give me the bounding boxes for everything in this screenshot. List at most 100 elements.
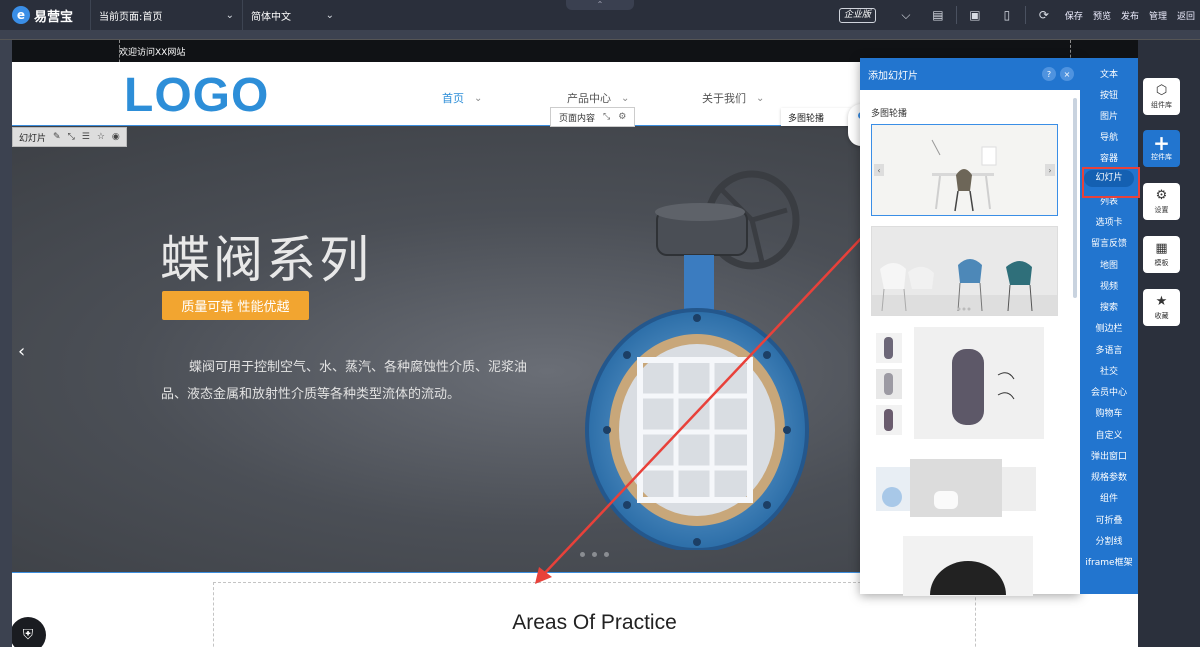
settings-button[interactable]: ⚙ 设置 xyxy=(1143,183,1180,220)
nav-item-label: 首页 xyxy=(442,92,464,105)
panel-header: 添加幻灯片 ? × xyxy=(860,58,1080,90)
component-widget[interactable]: 组件 xyxy=(1080,491,1138,504)
template-preview-image xyxy=(876,459,1036,517)
slideshow-tag[interactable]: 幻灯片 ✎ ⤡ ☰ ☆ ◉ xyxy=(12,127,127,147)
desktop-view-icon[interactable]: ▣ xyxy=(959,0,991,30)
component-text[interactable]: 文本 xyxy=(1080,67,1138,80)
preview-button[interactable]: 预览 xyxy=(1088,0,1116,30)
gear-icon[interactable]: ⚙ xyxy=(618,112,626,122)
template-button[interactable]: ▦ 模板 xyxy=(1143,236,1180,273)
slideshow-template-4[interactable]: ‹ › xyxy=(871,456,1058,526)
save-button[interactable]: 保存 xyxy=(1060,0,1088,30)
component-button[interactable]: 按钮 xyxy=(1080,88,1138,101)
chevron-down-icon: ⌄ xyxy=(225,9,234,21)
language-label: 简体中文 xyxy=(251,11,291,23)
component-divider[interactable]: 分割线 xyxy=(1080,534,1138,547)
slideshow-template-2[interactable] xyxy=(871,226,1058,316)
chevron-down-icon: ⌄ xyxy=(621,92,630,104)
component-container[interactable]: 容器 xyxy=(1080,151,1138,164)
slideshow-template-1[interactable]: ‹ › xyxy=(871,124,1058,216)
nav-item-about[interactable]: 关于我们 ⌄ xyxy=(702,90,764,106)
shrink-icon[interactable]: ⤡ xyxy=(603,112,610,122)
manage-button[interactable]: 管理 xyxy=(1144,0,1172,30)
right-toolbar: ⬡ 组件库 + 控件库 ⚙ 设置 ▦ 模板 ★ 收藏 xyxy=(1138,40,1200,647)
template-preview-image xyxy=(872,327,1044,441)
component-feedback[interactable]: 留言反馈 xyxy=(1080,236,1138,249)
favorites-button[interactable]: ★ 收藏 xyxy=(1143,289,1180,326)
panel-scrollbar[interactable] xyxy=(1073,98,1077,298)
chevron-down-icon: ⌄ xyxy=(474,92,483,104)
mobile-view-icon[interactable]: ▯ xyxy=(991,0,1023,30)
pagination-dot[interactable] xyxy=(580,552,585,557)
banner-title: 蝶阀系列 xyxy=(160,231,372,289)
template-preview-image xyxy=(930,561,1006,595)
component-video[interactable]: 视频 xyxy=(1080,279,1138,292)
toolbar-collapse-handle[interactable]: ⌃ xyxy=(566,0,634,10)
edition-badge: 企业版 xyxy=(838,7,876,23)
close-icon[interactable]: × xyxy=(1060,67,1074,81)
chevron-right-icon[interactable]: › xyxy=(1053,485,1057,497)
layers-icon[interactable]: ☰ xyxy=(82,132,90,142)
component-sidebar[interactable]: 侧边栏 xyxy=(1080,321,1138,334)
current-page-label: 当前页面:首页 xyxy=(99,11,163,23)
current-page-select[interactable]: 当前页面:首页 ⌄ xyxy=(90,0,242,30)
component-search[interactable]: 搜索 xyxy=(1080,300,1138,313)
vertical-ruler[interactable] xyxy=(0,40,12,647)
nav-item-products[interactable]: 产品中心 ⌄ xyxy=(567,90,629,106)
control-library-button[interactable]: + 控件库 xyxy=(1143,130,1180,167)
slideshow-tag-label: 幻灯片 xyxy=(19,133,47,144)
shield-icon[interactable]: ⛨ xyxy=(12,617,46,647)
eye-icon[interactable]: ◉ xyxy=(112,132,120,142)
component-multilang[interactable]: 多语言 xyxy=(1080,343,1138,356)
page-content-tag[interactable]: 页面内容 ⤡ ⚙ xyxy=(550,107,636,127)
pagination-dot[interactable] xyxy=(592,552,597,557)
pagination-dot[interactable] xyxy=(604,552,609,557)
nav-item-home[interactable]: 首页 ⌄ xyxy=(442,90,482,106)
component-custom[interactable]: 自定义 xyxy=(1080,428,1138,441)
hide-header-icon[interactable]: ⌵ xyxy=(890,0,922,30)
language-select[interactable]: 简体中文 ⌄ xyxy=(242,0,342,30)
edit-icon[interactable]: ✎ xyxy=(53,132,61,142)
component-collapsible[interactable]: 可折叠 xyxy=(1080,513,1138,526)
chevron-left-icon[interactable]: ‹ xyxy=(874,164,884,176)
plus-icon: + xyxy=(1153,130,1170,155)
chevron-left-icon[interactable]: ‹ xyxy=(872,485,876,497)
component-map[interactable]: 地图 xyxy=(1080,258,1138,271)
component-nav[interactable]: 导航 xyxy=(1080,130,1138,143)
toolbar-divider xyxy=(1024,6,1026,24)
widget-library-label: 组件库 xyxy=(1151,100,1172,109)
panel-title: 添加幻灯片 xyxy=(868,70,918,82)
banner-prev-arrow[interactable]: ‹ xyxy=(18,341,25,362)
horizontal-ruler[interactable] xyxy=(0,30,1200,40)
component-popup[interactable]: 弹出窗口 xyxy=(1080,449,1138,462)
component-social[interactable]: 社交 xyxy=(1080,364,1138,377)
back-button[interactable]: 返回 xyxy=(1172,0,1200,30)
slideshow-template-3[interactable] xyxy=(871,326,1058,446)
component-image[interactable]: 图片 xyxy=(1080,109,1138,122)
add-slideshow-panel[interactable]: 添加幻灯片 ? × 多图轮播 ‹ › xyxy=(860,58,1080,596)
component-spec[interactable]: 规格参数 xyxy=(1080,470,1138,483)
component-iframe[interactable]: iframe框架 xyxy=(1080,555,1138,568)
panel-body: 多图轮播 ‹ › xyxy=(871,106,1065,596)
shrink-icon[interactable]: ⤡ xyxy=(68,132,75,142)
chevron-down-icon: ⌄ xyxy=(325,9,334,21)
multi-carousel-label: 多图轮播 xyxy=(781,108,851,126)
align-tool-icon[interactable]: ▤ xyxy=(922,0,954,30)
section-title: Areas Of Practice xyxy=(512,611,677,634)
cube-icon: ⬡ xyxy=(1155,82,1168,98)
nav-item-label: 关于我们 xyxy=(702,92,746,105)
chevron-right-icon[interactable]: › xyxy=(1045,164,1055,176)
star-icon[interactable]: ☆ xyxy=(97,132,105,142)
refresh-icon[interactable]: ⟳ xyxy=(1028,0,1060,30)
component-member-center[interactable]: 会员中心 xyxy=(1080,385,1138,398)
brand[interactable]: e 易营宝 xyxy=(0,0,90,30)
slideshow-template-5[interactable] xyxy=(903,536,1033,596)
publish-button[interactable]: 发布 xyxy=(1116,0,1144,30)
component-tabs[interactable]: 选项卡 xyxy=(1080,215,1138,228)
component-cart[interactable]: 购物车 xyxy=(1080,406,1138,419)
butterfly-valve-image xyxy=(572,170,812,552)
help-icon[interactable]: ? xyxy=(1042,67,1056,81)
widget-library-button[interactable]: ⬡ 组件库 xyxy=(1143,78,1180,115)
grid-icon: ▦ xyxy=(1155,240,1168,256)
site-logo[interactable]: LOGO xyxy=(124,68,269,123)
